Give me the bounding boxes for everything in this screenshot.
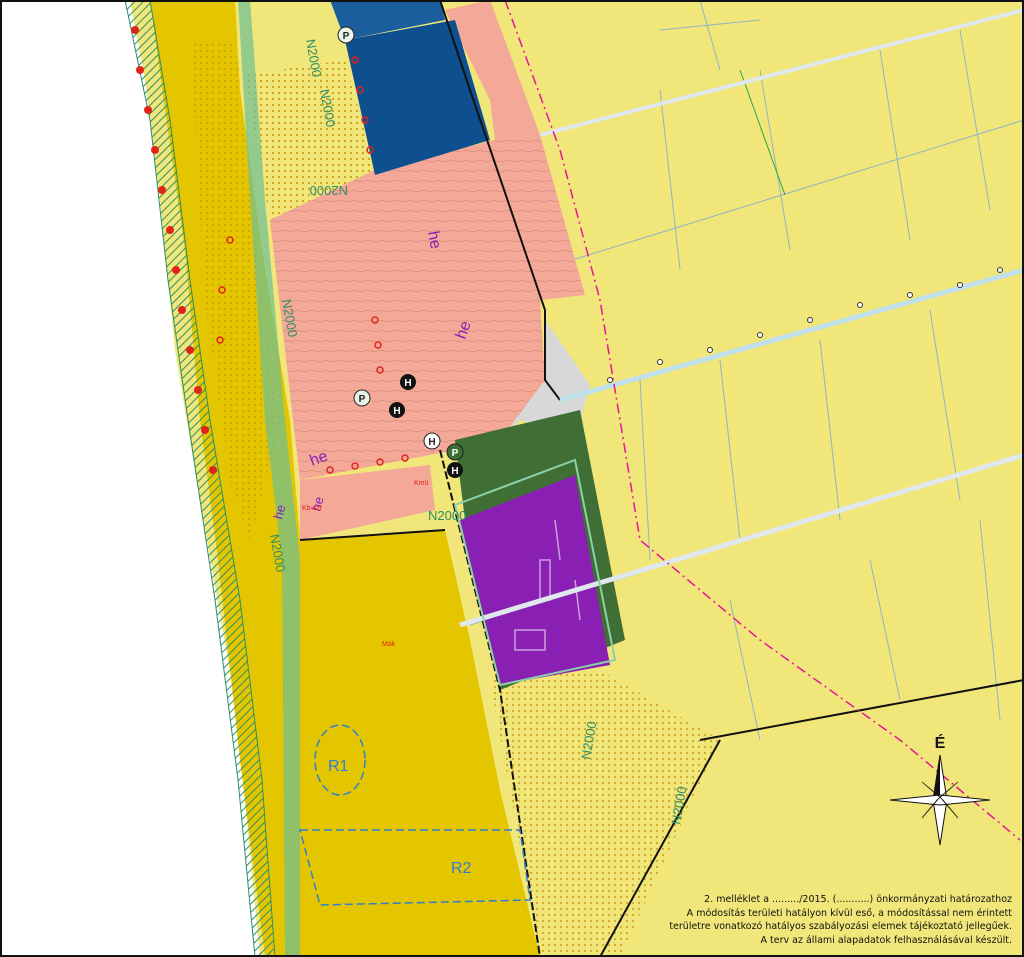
- legend-note-line-4: A terv az állami alapadatok felhasználás…: [760, 934, 1012, 946]
- label-mak: Mák: [382, 641, 396, 648]
- label-road-5: N2000: [428, 508, 466, 523]
- marker-h1: H: [404, 378, 411, 389]
- marker-p3: P: [452, 448, 459, 459]
- legend-note-line-3: területre vonatkozó hatályos szabályozás…: [669, 921, 1012, 932]
- label-he-1: he: [424, 230, 444, 251]
- marker-h4: H: [451, 466, 458, 477]
- label-kb-szt: Kb-szt: [302, 505, 322, 512]
- north-arrow-label: É: [935, 733, 946, 752]
- marker-h3: H: [428, 437, 435, 448]
- legend-note-line-1: 2. melléklet a ........./2015. (........…: [704, 894, 1012, 905]
- legend-note-line-2: A módosítás területi hatályon kívül eső,…: [686, 907, 1012, 919]
- label-r2: R2: [451, 860, 472, 877]
- label-r1: R1: [328, 758, 349, 775]
- marker-p1: P: [343, 31, 350, 42]
- legend-note: 2. melléklet a ........./2015. (........…: [592, 893, 1012, 947]
- label-road-2: N2000: [310, 183, 348, 198]
- marker-h2: H: [393, 406, 400, 417]
- label-kmu: Kmü: [414, 480, 429, 487]
- marker-p2: P: [359, 394, 366, 405]
- zoning-map: P P P H H H H R1 R2 he he he he he Kb-sz…: [0, 0, 1024, 957]
